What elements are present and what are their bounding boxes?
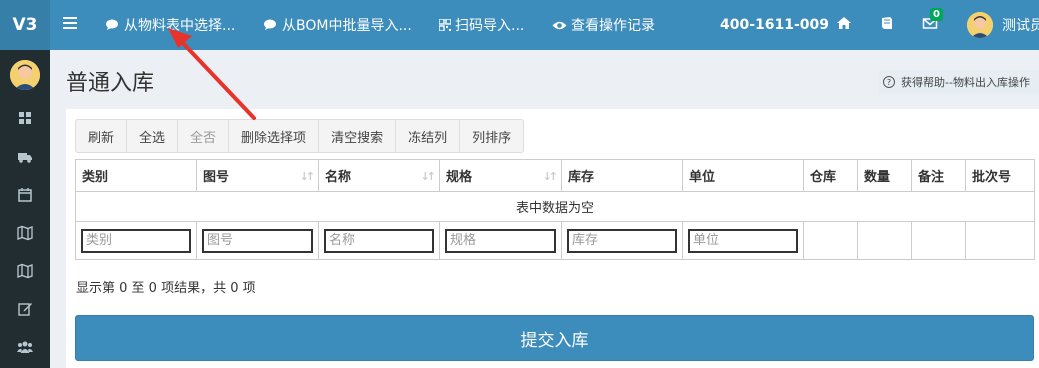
filter-cell	[196, 221, 319, 260]
submit-stock-in-button[interactable]: 提交入库	[75, 315, 1034, 361]
column-header-label: 类别	[82, 170, 109, 185]
column-header-label: 仓库	[810, 170, 837, 185]
qrcode-icon	[439, 19, 451, 31]
select-all-button[interactable]: 全选	[127, 120, 179, 152]
column-header-name[interactable]: 名称 ↓↑	[318, 159, 440, 192]
column-header-category[interactable]: 类别	[75, 159, 197, 192]
filter-cell-empty	[965, 221, 1035, 260]
select-none-button[interactable]: 全否	[178, 120, 230, 152]
column-header-label: 数量	[864, 170, 891, 185]
import-from-bom-label: 从BOM中批量导入...	[282, 18, 412, 34]
filter-cell-empty	[857, 221, 912, 260]
user-avatar[interactable]	[967, 12, 993, 38]
help-link[interactable]: ? 获得帮助--物料出入库操作	[879, 70, 1039, 94]
filter-cell-empty	[803, 221, 858, 260]
column-header-drawing-no[interactable]: 图号 ↓↑	[196, 159, 319, 192]
filter-row	[75, 221, 1035, 260]
view-log-link[interactable]: 查看操作记录	[552, 0, 655, 50]
page-title: 普通入库	[66, 71, 155, 96]
edit-icon[interactable]	[17, 301, 33, 317]
column-header-label: 单位	[689, 170, 716, 185]
filter-category-input[interactable]	[81, 228, 191, 253]
home-icon[interactable]	[836, 15, 852, 31]
sort-icon[interactable]: ↓↑	[300, 170, 316, 183]
filter-cell-empty	[911, 221, 966, 260]
column-header-label: 名称	[325, 170, 352, 185]
filter-cell	[439, 221, 562, 260]
filter-cell	[682, 221, 804, 260]
sort-icon[interactable]: ↓↑	[421, 170, 437, 183]
book-icon[interactable]	[879, 15, 895, 31]
empty-row: 表中数据为空	[75, 191, 1035, 222]
table-info: 显示第 0 至 0 项结果，共 0 项	[76, 281, 256, 296]
filter-cell	[561, 221, 683, 260]
comments-icon	[106, 19, 118, 30]
column-header-remark[interactable]: 备注	[911, 159, 966, 192]
column-order-button[interactable]: 列排序	[460, 120, 523, 152]
scan-import-label: 扫码导入...	[455, 18, 525, 34]
column-header-spec[interactable]: 规格 ↓↑	[439, 159, 562, 192]
sidebar-user-avatar	[10, 60, 40, 90]
table-header-row: 类别 图号 ↓↑ 名称 ↓↑ 规格 ↓↑ 库存 单位 仓库 数量 备注 批次号	[75, 159, 1035, 192]
sidebar-toggle-icon[interactable]	[63, 17, 77, 29]
select-from-material-label: 从物料表中选择...	[124, 18, 236, 34]
help-link-label: 获得帮助--物料出入库操作	[901, 76, 1030, 89]
refresh-button[interactable]: 刷新	[76, 120, 128, 152]
column-header-label: 库存	[568, 170, 595, 185]
filter-stock-input[interactable]	[567, 228, 677, 253]
top-navbar: V3 从物料表中选择... 从BOM中批量导入... 扫码导入... 查看操作记…	[0, 0, 1039, 50]
column-header-label: 备注	[918, 170, 945, 185]
select-from-material-link[interactable]: 从物料表中选择...	[106, 0, 235, 50]
stock-in-table: 类别 图号 ↓↑ 名称 ↓↑ 规格 ↓↑ 库存 单位 仓库 数量 备注 批次号 表中数…	[75, 159, 1035, 260]
column-header-batch-no[interactable]: 批次号	[965, 159, 1035, 192]
calendar-icon[interactable]	[17, 187, 33, 203]
filter-name-input[interactable]	[324, 228, 434, 253]
dashboard-icon[interactable]	[17, 110, 33, 126]
column-header-quantity[interactable]: 数量	[857, 159, 912, 192]
column-header-label: 规格	[446, 170, 473, 185]
filter-cell	[318, 221, 440, 260]
sort-icon[interactable]: ↓↑	[543, 170, 559, 183]
map-icon-2[interactable]	[17, 263, 33, 279]
filter-cell	[75, 221, 197, 260]
sidebar	[0, 50, 50, 368]
empty-table-message: 表中数据为空	[75, 191, 1035, 222]
filter-spec-input[interactable]	[445, 228, 556, 253]
column-header-stock[interactable]: 库存	[561, 159, 683, 192]
column-header-label: 图号	[203, 170, 230, 185]
map-icon[interactable]	[17, 225, 33, 241]
import-from-bom-link[interactable]: 从BOM中批量导入...	[264, 0, 412, 50]
filter-unit-input[interactable]	[688, 228, 798, 253]
eye-icon	[552, 21, 567, 29]
truck-icon[interactable]	[17, 149, 33, 165]
mail-count-badge: 0	[930, 8, 943, 21]
user-name[interactable]: 测试员	[1002, 0, 1039, 50]
filter-drawing-no-input[interactable]	[202, 228, 313, 253]
delete-selected-button[interactable]: 删除选择项	[229, 120, 320, 152]
users-icon[interactable]	[17, 339, 33, 355]
table-toolbar: 刷新 全选 全否 删除选择项 清空搜索 冻结列 列排序	[75, 119, 525, 153]
question-circle-icon: ?	[883, 76, 895, 88]
view-log-label: 查看操作记录	[571, 18, 655, 34]
clear-search-button[interactable]: 清空搜索	[319, 120, 397, 152]
column-header-warehouse[interactable]: 仓库	[803, 159, 858, 192]
column-header-unit[interactable]: 单位	[682, 159, 804, 192]
comments-icon	[264, 19, 276, 30]
freeze-columns-button[interactable]: 冻结列	[396, 120, 461, 152]
scan-import-link[interactable]: 扫码导入...	[439, 0, 524, 50]
hotline-phone: 400-1611-009	[720, 17, 830, 33]
column-header-label: 批次号	[972, 170, 1012, 185]
app-logo[interactable]: V3	[0, 0, 50, 50]
